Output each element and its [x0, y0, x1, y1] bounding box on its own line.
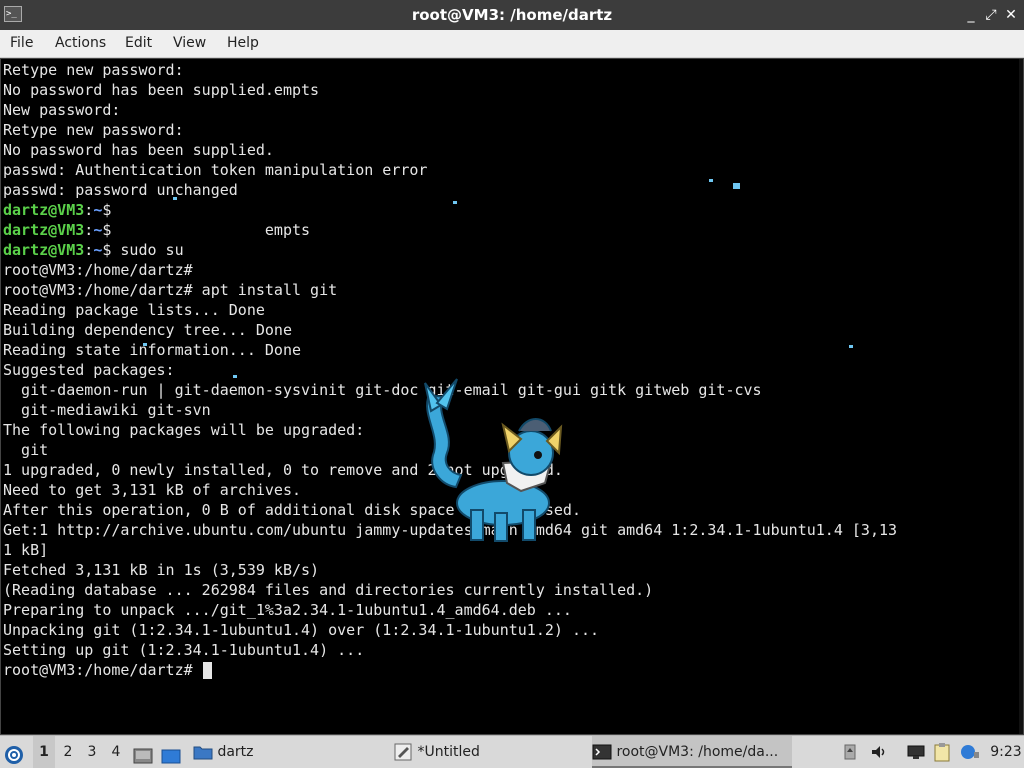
- maximize-button[interactable]: ⤢: [982, 6, 1000, 24]
- prompt-command: empts: [111, 221, 311, 239]
- prompt-command: sudo su: [111, 241, 184, 259]
- prompt-path: ~: [93, 241, 103, 259]
- terminal-line: Building dependency tree... Done: [3, 321, 292, 339]
- terminal-line: Fetched 3,131 kB in 1s (3,539 kB/s): [3, 561, 320, 579]
- prompt-symbol: $: [102, 201, 112, 219]
- volume-icon: [872, 746, 885, 758]
- terminal-line: Unpacking git (1:2.34.1-1ubuntu1.4) over…: [3, 621, 600, 639]
- folder-icon: [193, 746, 213, 760]
- prompt-colon: :: [84, 241, 94, 259]
- terminal-prompt-line: dartz@VM3:~$ empts: [3, 220, 310, 240]
- distro-logo-icon: [5, 746, 23, 764]
- prompt-colon: :: [84, 221, 94, 239]
- sparkle-effect: [849, 345, 853, 348]
- prompt-user: dartz@VM3: [3, 221, 85, 239]
- window-switcher-button[interactable]: [161, 736, 183, 768]
- desktop-pet-sprite[interactable]: [411, 375, 571, 545]
- terminal-line: git-mediawiki git-svn: [3, 401, 211, 419]
- sparkle-effect: [733, 183, 740, 189]
- terminal-line: root@VM3:/home/dartz#: [3, 261, 193, 279]
- terminal-line: Reading state information... Done: [3, 341, 302, 359]
- task-label: root@VM3: /home/da...: [616, 744, 779, 760]
- terminal-line: root@VM3:/home/dartz# apt install git: [3, 281, 338, 299]
- terminal-line: Setting up git (1:2.34.1-1ubuntu1.4) ...: [3, 641, 365, 659]
- window-titlebar: >_ root@VM3: /home/dartz _ ⤢ ✕: [0, 0, 1024, 30]
- sparkle-effect: [173, 197, 177, 200]
- window-title: root@VM3: /home/dartz: [411, 6, 613, 24]
- terminal-line: No password has been supplied.empts: [3, 81, 320, 99]
- taskbar-task-terminal[interactable]: root@VM3: /home/da...: [592, 736, 792, 768]
- show-desktop-button[interactable]: [133, 736, 155, 768]
- taskbar-task-editor[interactable]: *Untitled: [393, 736, 553, 768]
- terminal-line: Retype new password:: [3, 121, 184, 139]
- prompt-path: ~: [93, 201, 103, 219]
- prompt-path: ~: [93, 221, 103, 239]
- windows-icon: [161, 749, 181, 763]
- start-menu-button[interactable]: [4, 736, 28, 768]
- sparkle-effect: [709, 179, 713, 182]
- terminal-line: The following packages will be upgraded:: [3, 421, 365, 439]
- terminal-line: git: [3, 441, 49, 459]
- tray-updates-button[interactable]: [960, 736, 982, 768]
- terminal-line: (Reading database ... 262984 files and d…: [3, 581, 654, 599]
- terminal-line: git-daemon-run | git-daemon-sysvinit git…: [3, 381, 762, 399]
- terminal-line: Need to get 3,131 kB of archives.: [3, 481, 302, 499]
- terminal-line: 1 kB]: [3, 541, 49, 559]
- sparkle-effect: [453, 201, 457, 204]
- close-button[interactable]: ✕: [1002, 6, 1020, 24]
- terminal-prompt-line: dartz@VM3:~$ sudo su: [3, 240, 184, 260]
- terminal-line: Retype new password:: [3, 61, 184, 79]
- terminal-line: No password has been supplied.: [3, 141, 274, 159]
- terminal-prompt-line: dartz@VM3:~$: [3, 200, 111, 220]
- taskbar-folder-label: dartz: [217, 744, 254, 760]
- tray-eject-button[interactable]: [843, 736, 861, 768]
- tray-clipboard-button[interactable]: [933, 736, 955, 768]
- clipboard-icon: [934, 743, 950, 762]
- terminal-line: Reading package lists... Done: [3, 301, 265, 319]
- terminal-line: Suggested packages:: [3, 361, 175, 379]
- prompt-text: root@VM3:/home/dartz#: [3, 661, 202, 679]
- tray-network-button[interactable]: [906, 736, 928, 768]
- tray-volume-button[interactable]: [870, 736, 892, 768]
- sparkle-effect: [143, 343, 147, 346]
- desktop-icon: [133, 748, 153, 763]
- taskbar-clock[interactable]: 9:23: [988, 736, 1024, 768]
- terminal-icon: [592, 744, 612, 760]
- menu-actions[interactable]: Actions: [55, 30, 106, 57]
- eject-icon: [844, 744, 856, 760]
- terminal-output[interactable]: Retype new password: No password has bee…: [0, 58, 1024, 735]
- terminal-scrollbar[interactable]: [1019, 59, 1023, 734]
- text-editor-icon: [394, 743, 412, 761]
- terminal-cursor: [202, 662, 212, 679]
- minimize-button[interactable]: _: [962, 6, 980, 24]
- prompt-user: dartz@VM3: [3, 241, 85, 259]
- menu-help[interactable]: Help: [227, 30, 259, 57]
- taskbar: 1 2 3 4 dartz *Untitled root@VM3: /home/…: [0, 735, 1024, 768]
- workspace-1[interactable]: 1: [33, 736, 55, 768]
- terminal-line: passwd: Authentication token manipulatio…: [3, 161, 428, 179]
- workspace-2[interactable]: 2: [57, 736, 79, 768]
- terminal-line: Preparing to unpack .../git_1%3a2.34.1-1…: [3, 601, 572, 619]
- terminal-line: New password:: [3, 101, 121, 119]
- prompt-colon: :: [84, 201, 94, 219]
- taskbar-folder-dartz[interactable]: dartz: [193, 736, 263, 768]
- sparkle-effect: [233, 375, 237, 378]
- menu-edit[interactable]: Edit: [125, 30, 152, 57]
- prompt-user: dartz@VM3: [3, 201, 85, 219]
- network-icon: [907, 745, 925, 759]
- menu-view[interactable]: View: [173, 30, 206, 57]
- menu-file[interactable]: File: [10, 30, 33, 57]
- terminal-line: passwd: password unchanged: [3, 181, 238, 199]
- workspace-3[interactable]: 3: [81, 736, 103, 768]
- update-notification-icon: [961, 745, 979, 759]
- menu-bar: File Actions Edit View Help: [0, 30, 1024, 58]
- workspace-4[interactable]: 4: [105, 736, 127, 768]
- terminal-current-prompt[interactable]: root@VM3:/home/dartz#: [3, 660, 212, 680]
- task-label: *Untitled: [417, 744, 480, 760]
